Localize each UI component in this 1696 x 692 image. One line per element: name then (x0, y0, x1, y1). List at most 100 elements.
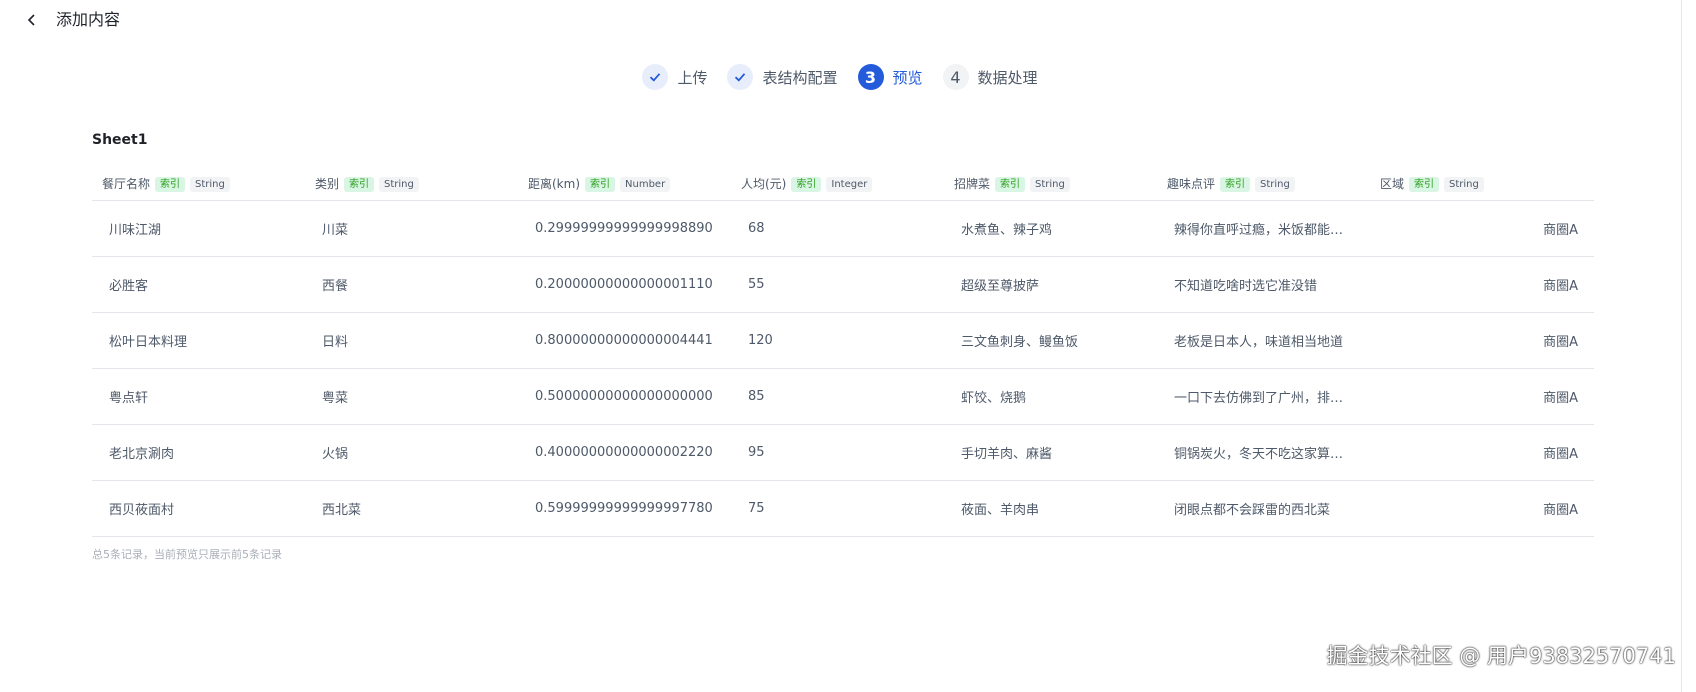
table-cell: 75 (731, 480, 944, 537)
table-row: 川味江湖 川菜 0.29999999999999998890 68 水煮鱼、辣子… (92, 200, 1594, 257)
index-tag: 索引 (1409, 176, 1440, 192)
table-cell: 三文鱼刺身、鳗鱼饭 (944, 312, 1157, 369)
table-cell: 水煮鱼、辣子鸡 (944, 200, 1157, 257)
page-header: 添加内容 (0, 0, 1680, 42)
table-cell: 铜锅炭火，冬天不吃这家算… (1157, 424, 1370, 481)
check-icon (735, 73, 746, 82)
steps-bar: 上传 表结构配置 3 预览 4 数据处理 (0, 64, 1680, 90)
check-icon (650, 73, 661, 82)
step-label: 数据处理 (977, 68, 1038, 87)
index-tag: 索引 (995, 176, 1026, 192)
table-cell: 莜面、羊肉串 (944, 480, 1157, 537)
table-cell: 商圈A (1370, 200, 1594, 257)
table-cell: 虾饺、烧鹅 (944, 368, 1157, 425)
table-cell: 0.50000000000000000000 (518, 368, 731, 425)
page-title: 添加内容 (56, 10, 121, 29)
column-name: 类别 (315, 176, 340, 191)
table-row: 松叶日本料理 日料 0.80000000000000004441 120 三文鱼… (92, 312, 1594, 369)
step-check-circle (642, 64, 669, 90)
type-tag: String (379, 176, 419, 192)
type-tag: String (190, 176, 230, 192)
table-cell: 川味江湖 (92, 200, 305, 257)
table-header-row: 餐厅名称 索引 String 类别 索引 String 距离(km) 索引 Number 人… (92, 166, 1594, 201)
type-tag: String (1255, 176, 1295, 192)
table-cell: 西北菜 (305, 480, 518, 537)
table-cell: 95 (731, 424, 944, 481)
table-cell: 松叶日本料理 (92, 312, 305, 369)
table-row: 必胜客 西餐 0.20000000000000001110 55 超级至尊披萨 … (92, 256, 1594, 313)
column-header: 趣味点评 索引 String (1157, 166, 1370, 201)
table-cell: 0.40000000000000002220 (518, 424, 731, 481)
index-tag: 索引 (791, 176, 822, 192)
type-tag: String (1444, 176, 1484, 192)
table-cell: 0.20000000000000001110 (518, 256, 731, 313)
table-cell: 商圈A (1370, 256, 1594, 313)
step-check-circle (727, 64, 754, 90)
table-cell: 粤菜 (305, 368, 518, 425)
table-cell: 手切羊肉、麻酱 (944, 424, 1157, 481)
column-header: 招牌菜 索引 String (944, 166, 1157, 201)
table-cell: 火锅 (305, 424, 518, 481)
table-cell: 120 (731, 312, 944, 369)
table-cell: 商圈A (1370, 312, 1594, 369)
column-name: 招牌菜 (954, 176, 991, 191)
table-cell: 商圈A (1370, 480, 1594, 537)
step-label: 预览 (892, 68, 923, 87)
table-cell: 0.29999999999999998890 (518, 200, 731, 257)
table-cell: 商圈A (1370, 368, 1594, 425)
step-upload[interactable]: 上传 (642, 64, 707, 90)
index-tag: 索引 (344, 176, 375, 192)
type-tag: Number (620, 176, 671, 192)
table-cell: 超级至尊披萨 (944, 256, 1157, 313)
step-label: 上传 (677, 68, 708, 87)
column-name: 人均(元) (741, 176, 787, 191)
table-cell: 西餐 (305, 256, 518, 313)
column-header: 人均(元) 索引 Integer (731, 166, 944, 201)
chevron-left-icon (27, 14, 35, 26)
table-cell: 西贝莜面村 (92, 480, 305, 537)
column-name: 区域 (1380, 176, 1405, 191)
step-number-circle: 3 (857, 64, 884, 90)
table-cell: 日料 (305, 312, 518, 369)
table-cell: 老北京涮肉 (92, 424, 305, 481)
column-header: 距离(km) 索引 Number (518, 166, 731, 201)
index-tag: 索引 (585, 176, 616, 192)
table-cell: 老板是日本人，味道相当地道 (1157, 312, 1370, 369)
type-tag: String (1030, 176, 1070, 192)
table-row: 老北京涮肉 火锅 0.40000000000000002220 95 手切羊肉、… (92, 424, 1594, 481)
window-edge-divider (1681, 0, 1682, 692)
column-header: 餐厅名称 索引 String (92, 166, 305, 201)
table-row: 西贝莜面村 西北菜 0.59999999999999997780 75 莜面、羊… (92, 480, 1594, 537)
table-cell: 0.80000000000000004441 (518, 312, 731, 369)
column-name: 距离(km) (528, 176, 581, 191)
column-name: 餐厅名称 (102, 176, 151, 191)
column-header: 区域 索引 String (1370, 166, 1594, 201)
table-cell: 85 (731, 368, 944, 425)
sheet-title: Sheet1 (92, 132, 148, 148)
table-cell: 辣得你直呼过瘾，米饭都能… (1157, 200, 1370, 257)
table-cell: 商圈A (1370, 424, 1594, 481)
step-preview[interactable]: 3 预览 (857, 64, 923, 90)
back-button[interactable] (22, 10, 42, 30)
table-cell: 68 (731, 200, 944, 257)
table-cell: 不知道吃啥时选它准没错 (1157, 256, 1370, 313)
index-tag: 索引 (1220, 176, 1251, 192)
table-cell: 一口下去仿佛到了广州，排… (1157, 368, 1370, 425)
index-tag: 索引 (155, 176, 186, 192)
table-cell: 粤点轩 (92, 368, 305, 425)
table-cell: 必胜客 (92, 256, 305, 313)
column-name: 趣味点评 (1167, 176, 1216, 191)
column-header: 类别 索引 String (305, 166, 518, 201)
table-row: 粤点轩 粤菜 0.50000000000000000000 85 虾饺、烧鹅 一… (92, 368, 1594, 425)
step-label: 表结构配置 (762, 68, 838, 87)
step-schema-config[interactable]: 表结构配置 (727, 64, 838, 90)
step-number-circle: 4 (942, 64, 969, 90)
table-cell: 川菜 (305, 200, 518, 257)
record-count-note: 总5条记录，当前预览只展示前5条记录 (92, 548, 282, 561)
step-data-processing[interactable]: 4 数据处理 (942, 64, 1038, 90)
table-cell: 0.59999999999999997780 (518, 480, 731, 537)
preview-table: 餐厅名称 索引 String 类别 索引 String 距离(km) 索引 Number 人… (92, 166, 1594, 537)
table-cell: 闭眼点都不会踩雷的西北菜 (1157, 480, 1370, 537)
table-cell: 55 (731, 256, 944, 313)
type-tag: Integer (826, 176, 873, 192)
